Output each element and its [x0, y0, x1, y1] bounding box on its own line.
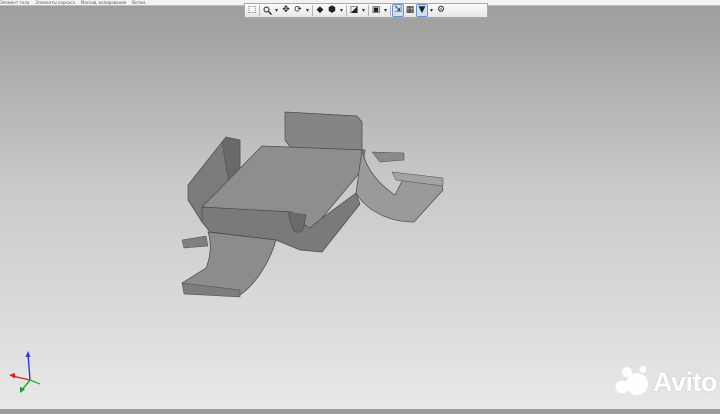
rear-upright-tab: [284, 111, 363, 151]
pan-icon[interactable]: ✥: [281, 5, 291, 16]
3d-viewport[interactable]: [0, 18, 720, 409]
section-dropdown[interactable]: ▾: [361, 5, 366, 16]
watermark-text: Avito: [653, 366, 718, 397]
axis-z-line: [27, 353, 31, 381]
axis-x-arrow: [9, 373, 15, 379]
avito-logo-icon: [612, 365, 650, 399]
snap-icon[interactable]: ⇲: [392, 4, 404, 17]
axis-triad: [8, 350, 44, 394]
zoom-dropdown[interactable]: ▾: [274, 5, 279, 16]
separator: [390, 5, 391, 16]
separator: [312, 5, 313, 16]
section-view-icon[interactable]: ◪: [349, 5, 359, 16]
view-toolbar: ⬚ ▾ ✥ ⟳ ▾ ◆ ⬢ ▾ ◪ ▾ ▣ ▾ ⇲ ▦ ▼ ▾ ⚙: [244, 3, 488, 18]
shaded-view-icon[interactable]: ◆: [315, 5, 325, 16]
zoom-icon[interactable]: [262, 5, 272, 16]
axis-extra-line: [29, 379, 41, 385]
grid-icon[interactable]: ▦: [405, 5, 415, 16]
right-small-tab: [371, 151, 405, 163]
left-small-tab: [181, 235, 209, 249]
menu-item[interactable]: Вспом.: [132, 0, 146, 5]
hide-icon[interactable]: ▣: [371, 5, 381, 16]
sheet-metal-part[interactable]: [0, 18, 720, 409]
avito-logo-shape: [615, 366, 648, 395]
display-mode-dropdown[interactable]: ▾: [339, 5, 344, 16]
separator: [368, 5, 369, 16]
separator: [346, 5, 347, 16]
axis-z-arrow: [25, 351, 31, 357]
hide-dropdown[interactable]: ▾: [383, 5, 388, 16]
filter-icon[interactable]: ▼: [416, 4, 428, 17]
menu-item[interactable]: Элемент тела: [0, 0, 29, 5]
orientation-dropdown[interactable]: ▾: [305, 5, 310, 16]
select-icon[interactable]: ⬚: [247, 5, 257, 16]
avito-watermark: Avito: [612, 364, 718, 400]
right-channel-wall: [355, 149, 444, 223]
menu-item[interactable]: Элементы каркаса: [35, 0, 75, 5]
menu-item[interactable]: Массив, копирование: [81, 0, 126, 5]
rotate-icon[interactable]: ⟳: [293, 5, 303, 16]
separator: [259, 5, 260, 16]
zoom-icon-shape: [263, 6, 272, 15]
display-mode-icon[interactable]: ⬢: [327, 5, 337, 16]
filter-dropdown[interactable]: ▾: [429, 5, 434, 16]
settings-icon[interactable]: ⚙: [436, 5, 446, 16]
axis-triad-shape: [9, 351, 41, 393]
